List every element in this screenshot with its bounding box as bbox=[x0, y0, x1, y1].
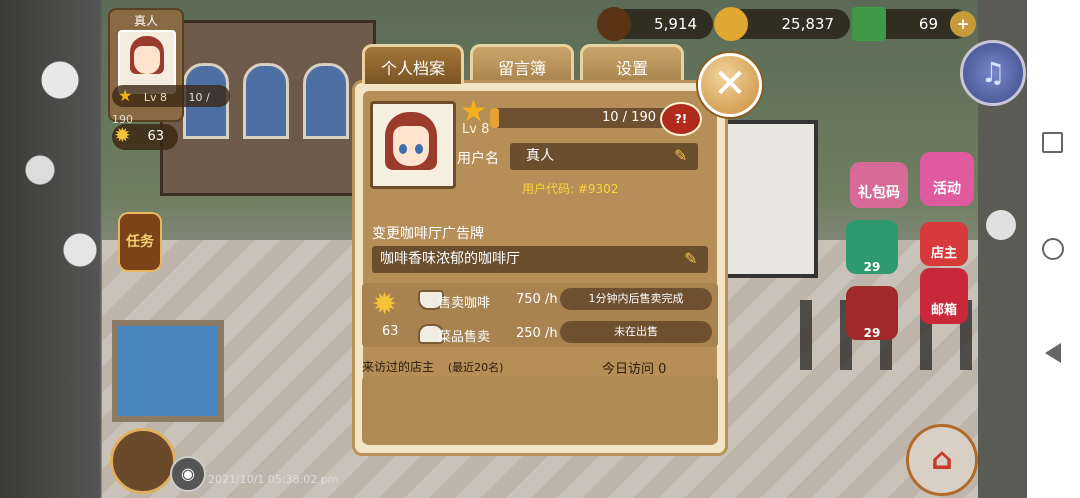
food-sale-label: 菜品售卖 bbox=[438, 330, 491, 345]
sign-field[interactable]: 咖啡香味浓郁的咖啡厅 ✎ bbox=[372, 246, 708, 273]
mart-button[interactable]: 29 bbox=[846, 220, 898, 274]
coffee-bean-counter[interactable]: 5,914 bbox=[597, 7, 713, 41]
android-nav-bar bbox=[1027, 0, 1080, 498]
timestamp: 2021/10/1 05:38:02 pm bbox=[208, 473, 339, 486]
player-level: Lv 8 bbox=[143, 91, 167, 104]
friends-icon[interactable] bbox=[110, 428, 176, 494]
player-stars: 63 bbox=[147, 129, 164, 144]
coffee-bean-icon bbox=[597, 7, 631, 41]
back-button[interactable] bbox=[1045, 343, 1061, 363]
gift-code-button[interactable]: 礼包码 bbox=[850, 162, 908, 208]
tasks-button[interactable]: 任务 bbox=[118, 212, 162, 272]
coin-value: 25,837 bbox=[781, 15, 835, 33]
tab-profile[interactable]: 个人档案 bbox=[362, 44, 464, 84]
window bbox=[303, 63, 349, 139]
coin-counter[interactable]: 25,837 bbox=[714, 7, 850, 41]
tab-guestbook[interactable]: 留言簿 bbox=[470, 44, 574, 84]
visitors-title: 来访过的店主 bbox=[362, 360, 435, 374]
food-sale-status: 未在出售 bbox=[560, 321, 712, 343]
add-cash-button[interactable]: + bbox=[950, 11, 976, 37]
pond bbox=[112, 320, 224, 422]
xp-bar: 10 / 190 bbox=[490, 108, 668, 128]
window bbox=[243, 63, 289, 139]
profile-avatar[interactable] bbox=[370, 101, 456, 189]
xp-boost-badge[interactable]: ?! bbox=[660, 102, 702, 136]
visitors-note: (最近20名) bbox=[447, 361, 504, 374]
mail-button[interactable]: 邮箱 bbox=[920, 268, 968, 324]
coffee-sale-button[interactable]: 29 bbox=[846, 286, 898, 340]
owner-button[interactable]: 店主 bbox=[920, 222, 968, 266]
coffee-sale-status: 1分钟内后售卖完成 bbox=[560, 288, 712, 310]
rating-badge-icon: ✹ bbox=[114, 123, 131, 147]
cash-counter[interactable]: 69 + bbox=[852, 7, 976, 41]
close-button[interactable]: ✕ bbox=[698, 53, 762, 117]
recent-apps-button[interactable] bbox=[1042, 132, 1063, 153]
star-count: 63 bbox=[382, 324, 399, 339]
camera-icon[interactable]: ◉ bbox=[170, 456, 206, 492]
profile-level: Lv 8 bbox=[462, 122, 490, 137]
events-button[interactable]: 活动 bbox=[920, 152, 974, 206]
cash-value: 69 bbox=[918, 15, 938, 33]
player-stars-pill: ✹ 63 bbox=[112, 123, 178, 150]
player-name: 真人 bbox=[133, 14, 158, 28]
user-code: 用户代码: #9302 bbox=[522, 182, 619, 196]
coffee-sale-rate: 750 /h bbox=[516, 292, 558, 307]
home-icon[interactable]: ⌂ bbox=[906, 424, 978, 496]
username-label: 用户名 bbox=[457, 151, 499, 167]
edit-username-icon[interactable]: ✎ bbox=[674, 147, 692, 165]
edit-sign-icon[interactable]: ✎ bbox=[684, 250, 702, 268]
player-level-pill: ★ Lv 8 10 / 190 bbox=[112, 85, 230, 126]
music-note-icon[interactable]: ♫ bbox=[960, 40, 1026, 106]
username-field[interactable]: 真人 ✎ bbox=[510, 143, 698, 170]
tab-settings[interactable]: 设置 bbox=[580, 44, 684, 84]
coffee-sale-label: 售卖咖啡 bbox=[438, 296, 491, 311]
xp-text: 10 / 190 bbox=[602, 110, 656, 125]
home-button[interactable] bbox=[1042, 238, 1064, 260]
rating-badge-icon: ✹ bbox=[372, 287, 398, 322]
username-value: 真人 bbox=[526, 148, 554, 164]
food-sale-rate: 250 /h bbox=[516, 326, 558, 341]
coin-icon bbox=[714, 7, 748, 41]
star-icon: ★ bbox=[118, 86, 133, 105]
visitors-list[interactable] bbox=[362, 376, 718, 444]
visitors-header: 来访过的店主 (最近20名) bbox=[362, 358, 503, 375]
sign-label: 变更咖啡厅广告牌 bbox=[372, 226, 484, 242]
cash-icon bbox=[852, 7, 886, 41]
sign-value: 咖啡香味浓郁的咖啡厅 bbox=[380, 251, 520, 267]
today-visits: 今日访问 0 bbox=[602, 362, 667, 377]
cafe-building bbox=[160, 20, 376, 196]
coffee-bean-value: 5,914 bbox=[654, 15, 697, 33]
